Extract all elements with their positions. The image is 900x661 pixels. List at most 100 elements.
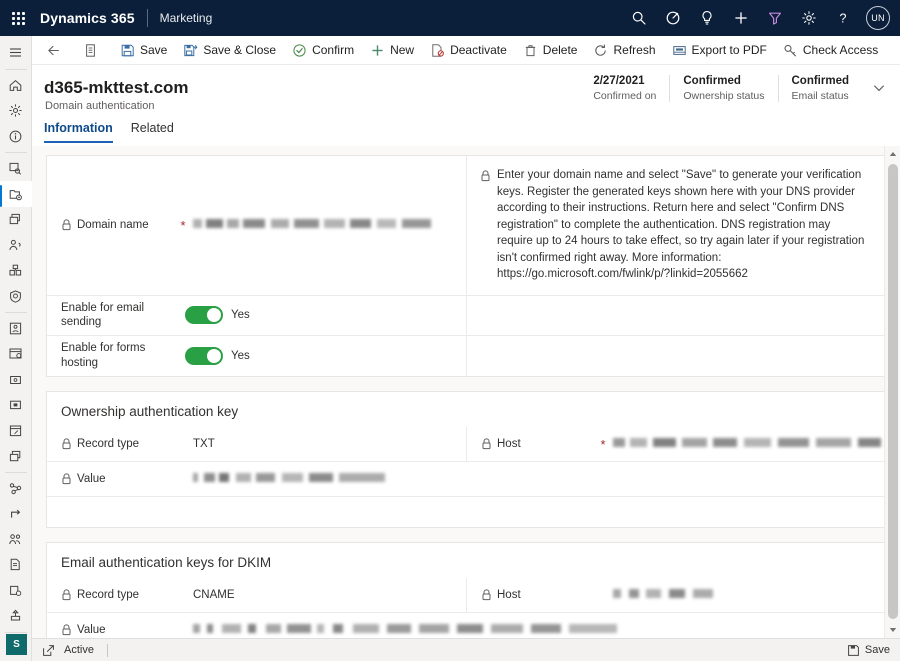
refresh-button[interactable]: Refresh [585,36,663,64]
export-to-pdf-button[interactable]: Export to PDF [664,36,775,64]
ownership-record-type-field[interactable]: Record type TXT [47,427,466,461]
tab-related[interactable]: Related [131,121,174,143]
sidebar-item-branch[interactable] [0,501,32,527]
header-field-email-status: Confirmed Email status [778,75,863,102]
filter-icon[interactable] [758,0,792,36]
sidebar-item-settings[interactable] [0,98,32,124]
open-in-new-window-icon[interactable] [42,644,55,657]
sidebar-item-templates[interactable] [0,392,32,418]
user-avatar[interactable]: UN [866,6,890,30]
ownership-host-field[interactable]: Host * [466,427,885,461]
relevance-search-icon[interactable] [656,0,690,36]
sitemap-badge[interactable]: S [6,634,27,655]
enable-for-email-sending-toggle[interactable] [185,306,223,324]
dkim-record-type-field-1[interactable]: Record type CNAME [47,578,466,612]
ownership-empty-row [47,497,885,527]
info-panel-spacer [466,336,885,376]
dkim-value-label-group-1: Value [61,623,179,638]
sidebar-item-accounts[interactable] [0,258,32,284]
sidebar-item-customer-journey[interactable] [0,476,32,502]
back-button[interactable] [38,36,69,64]
sidebar-item-pinned-records[interactable] [0,181,32,207]
sidebar-item-forms[interactable] [0,316,32,342]
scroll-down-icon[interactable] [885,622,900,638]
app-launcher-button[interactable] [0,0,36,36]
header-field-ownership-status: Confirmed Ownership status [669,75,777,102]
sidebar-item-segments[interactable] [0,207,32,233]
more-commands-button[interactable] [886,36,900,64]
dkim-host-field-1[interactable]: Host [466,578,885,612]
ownership-section-title: Ownership authentication key [47,392,885,427]
sidebar-item-pages[interactable] [0,341,32,367]
dkim-value-field-1[interactable]: Value [47,613,885,638]
new-button[interactable]: New [362,36,422,64]
form-row: Record type CNAME Host [47,578,885,613]
instructions-text: Enter your domain name and select "Save"… [497,167,869,283]
enable-for-forms-hosting-toggle[interactable] [185,347,223,365]
sidebar-item-copy[interactable] [0,443,32,469]
scrollbar-thumb[interactable] [888,164,898,619]
sidebar-item-calendar[interactable] [0,418,32,444]
sidebar-item-hamburger-menu[interactable] [0,40,32,66]
delete-button-label: Delete [543,43,578,57]
sidebar-item-security[interactable] [0,283,32,309]
dkim-record-type-label-1: Record type [77,588,139,603]
delete-button[interactable]: Delete [515,36,586,64]
scroll-up-icon[interactable] [885,146,900,162]
enable-for-email-sending-label-group: Enable for email sending [61,301,179,331]
sidebar-item-contacts[interactable] [0,232,32,258]
header-field-value: Confirmed [792,75,850,87]
new-button-label: New [390,43,414,57]
form-selector-button[interactable] [75,36,106,64]
help-icon[interactable]: ? [826,0,860,36]
lock-icon [481,589,492,601]
quick-create-icon[interactable] [724,0,758,36]
save-button[interactable]: Save [112,36,175,64]
record-state-label: Active [64,644,94,656]
brand-title[interactable]: Dynamics 365 [40,10,135,26]
status-save-button[interactable]: Save [847,644,890,657]
sidebar-item-info[interactable] [0,123,32,149]
enable-for-forms-hosting-label: Enable for forms hosting [61,341,179,371]
redacted-value [193,219,431,228]
lightbulb-icon[interactable] [690,0,724,36]
enable-for-forms-hosting-field[interactable]: Enable for forms hosting Yes [47,336,466,376]
ownership-host-label: Host [497,437,521,452]
settings-gear-icon[interactable] [792,0,826,36]
sidebar-item-email[interactable] [0,367,32,393]
enable-for-email-sending-field[interactable]: Enable for email sending Yes [47,296,466,336]
export-to-pdf-button-label: Export to PDF [692,43,767,57]
left-navigation-rail: S [0,36,32,661]
sidebar-item-home[interactable] [0,72,32,98]
app-name-label[interactable]: Marketing [160,11,213,25]
ownership-host-label-group: Host [481,437,599,452]
sidebar-item-teams[interactable] [0,527,32,553]
ownership-value-field[interactable]: Value [47,462,885,496]
vertical-scrollbar[interactable] [884,146,900,638]
lock-icon [61,438,72,450]
save-and-close-button-label: Save & Close [203,43,276,57]
ownership-authentication-key-card: Ownership authentication key Record type… [46,391,886,528]
form-tabs: Information Related [44,121,174,143]
rail-divider [5,312,27,313]
top-right-icon-group: ? UN [622,0,900,36]
page-title: d365-mkttest.com [44,78,189,98]
sidebar-item-database[interactable] [0,578,32,604]
sidebar-item-recent-records[interactable] [0,156,32,182]
save-and-close-button[interactable]: Save & Close [175,36,284,64]
deactivate-button[interactable]: Deactivate [422,36,515,64]
dkim-value-label-1: Value [77,623,106,638]
enable-for-forms-hosting-label-group: Enable for forms hosting [61,341,179,371]
required-indicator: * [599,437,607,452]
required-indicator: * [179,218,187,233]
sidebar-item-publish[interactable] [0,603,32,629]
rail-divider [5,632,27,633]
tab-information[interactable]: Information [44,121,113,143]
domain-name-field[interactable]: Domain name * [47,156,466,295]
ownership-value-value [187,473,385,485]
check-access-button[interactable]: Check Access [775,36,886,64]
search-icon[interactable] [622,0,656,36]
confirm-button[interactable]: Confirm [284,36,362,64]
sidebar-item-reports[interactable] [0,552,32,578]
chevron-down-icon[interactable] [866,75,892,101]
